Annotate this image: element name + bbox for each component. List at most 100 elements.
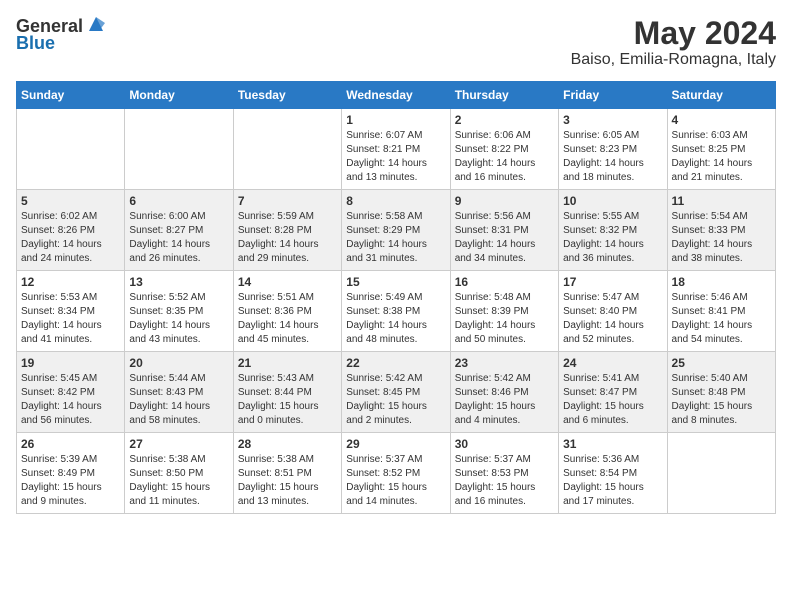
title-block: May 2024 Baiso, Emilia-Romagna, Italy (571, 16, 776, 69)
day-number: 2 (455, 113, 554, 127)
logo: General Blue (16, 16, 107, 54)
calendar-cell: 31Sunrise: 5:36 AM Sunset: 8:54 PM Dayli… (559, 433, 667, 514)
weekday-header-friday: Friday (559, 82, 667, 109)
day-number: 18 (672, 275, 771, 289)
calendar-cell (233, 109, 341, 190)
calendar-cell: 23Sunrise: 5:42 AM Sunset: 8:46 PM Dayli… (450, 352, 558, 433)
calendar-cell: 16 Sunrise: 5:48 AM Sunset: 8:39 PM Dayli… (450, 271, 558, 352)
page-subtitle: Baiso, Emilia-Romagna, Italy (571, 51, 776, 69)
day-info: Sunrise: 5:48 AM Sunset: 8:39 PM Dayligh… (455, 291, 554, 347)
logo-blue: Blue (16, 33, 55, 54)
day-info: Sunrise: 5:38 AM Sunset: 8:51 PM Dayligh… (238, 453, 337, 509)
calendar-cell: 18 Sunrise: 5:46 AM Sunset: 8:41 PM Dayli… (667, 271, 775, 352)
calendar-header-row: SundayMondayTuesdayWednesdayThursdayFrid… (17, 82, 776, 109)
day-info: Sunrise: 5:51 AM Sunset: 8:36 PM Dayligh… (238, 291, 337, 347)
weekday-header-wednesday: Wednesday (342, 82, 450, 109)
day-info: Sunrise: 5:54 AM Sunset: 8:33 PM Dayligh… (672, 210, 771, 266)
day-number: 6 (129, 194, 228, 208)
day-number: 24 (563, 356, 662, 370)
day-info: Sunrise: 5:56 AM Sunset: 8:31 PM Dayligh… (455, 210, 554, 266)
calendar-cell: 1Sunrise: 6:07 AM Sunset: 8:21 PM Daylig… (342, 109, 450, 190)
calendar-cell: 10Sunrise: 5:55 AM Sunset: 8:32 PM Dayli… (559, 190, 667, 271)
calendar-cell: 9 Sunrise: 5:56 AM Sunset: 8:31 PM Daylig… (450, 190, 558, 271)
day-number: 22 (346, 356, 445, 370)
day-info: Sunrise: 5:58 AM Sunset: 8:29 PM Dayligh… (346, 210, 445, 266)
calendar-cell: 4Sunrise: 6:03 AM Sunset: 8:25 PM Daylig… (667, 109, 775, 190)
day-number: 9 (455, 194, 554, 208)
day-info: Sunrise: 5:46 AM Sunset: 8:41 PM Dayligh… (672, 291, 771, 347)
calendar-cell: 21Sunrise: 5:43 AM Sunset: 8:44 PM Dayli… (233, 352, 341, 433)
day-info: Sunrise: 6:00 AM Sunset: 8:27 PM Dayligh… (129, 210, 228, 266)
calendar-cell: 3 Sunrise: 6:05 AM Sunset: 8:23 PM Daylig… (559, 109, 667, 190)
day-info: Sunrise: 5:37 AM Sunset: 8:53 PM Dayligh… (455, 453, 554, 509)
calendar-cell: 11 Sunrise: 5:54 AM Sunset: 8:33 PM Dayli… (667, 190, 775, 271)
day-number: 16 (455, 275, 554, 289)
day-info: Sunrise: 5:53 AM Sunset: 8:34 PM Dayligh… (21, 291, 120, 347)
day-info: Sunrise: 5:44 AM Sunset: 8:43 PM Dayligh… (129, 372, 228, 428)
logo-icon (85, 13, 107, 35)
page-header: General Blue May 2024 Baiso, Emilia-Roma… (16, 16, 776, 69)
day-number: 26 (21, 437, 120, 451)
calendar-cell (667, 433, 775, 514)
day-number: 15 (346, 275, 445, 289)
day-number: 25 (672, 356, 771, 370)
day-number: 5 (21, 194, 120, 208)
calendar-week-row: 19 Sunrise: 5:45 AM Sunset: 8:42 PM Dayli… (17, 352, 776, 433)
weekday-header-monday: Monday (125, 82, 233, 109)
calendar-cell: 8 Sunrise: 5:58 AM Sunset: 8:29 PM Daylig… (342, 190, 450, 271)
day-info: Sunrise: 5:41 AM Sunset: 8:47 PM Dayligh… (563, 372, 662, 428)
calendar-cell: 26 Sunrise: 5:39 AM Sunset: 8:49 PM Dayli… (17, 433, 125, 514)
day-info: Sunrise: 5:40 AM Sunset: 8:48 PM Dayligh… (672, 372, 771, 428)
day-number: 17 (563, 275, 662, 289)
day-info: Sunrise: 6:06 AM Sunset: 8:22 PM Dayligh… (455, 129, 554, 185)
calendar-cell: 24 Sunrise: 5:41 AM Sunset: 8:47 PM Dayli… (559, 352, 667, 433)
calendar-week-row: 5 Sunrise: 6:02 AM Sunset: 8:26 PM Daylig… (17, 190, 776, 271)
calendar-cell: 7 Sunrise: 5:59 AM Sunset: 8:28 PM Daylig… (233, 190, 341, 271)
calendar-table: SundayMondayTuesdayWednesdayThursdayFrid… (16, 81, 776, 514)
day-number: 30 (455, 437, 554, 451)
calendar-cell (17, 109, 125, 190)
day-info: Sunrise: 5:38 AM Sunset: 8:50 PM Dayligh… (129, 453, 228, 509)
day-info: Sunrise: 6:02 AM Sunset: 8:26 PM Dayligh… (21, 210, 120, 266)
calendar-week-row: 1Sunrise: 6:07 AM Sunset: 8:21 PM Daylig… (17, 109, 776, 190)
calendar-week-row: 26 Sunrise: 5:39 AM Sunset: 8:49 PM Dayli… (17, 433, 776, 514)
calendar-cell: 15Sunrise: 5:49 AM Sunset: 8:38 PM Dayli… (342, 271, 450, 352)
day-number: 10 (563, 194, 662, 208)
page-title: May 2024 (571, 16, 776, 51)
weekday-header-thursday: Thursday (450, 82, 558, 109)
day-number: 11 (672, 194, 771, 208)
day-number: 7 (238, 194, 337, 208)
calendar-cell: 29Sunrise: 5:37 AM Sunset: 8:52 PM Dayli… (342, 433, 450, 514)
day-info: Sunrise: 5:59 AM Sunset: 8:28 PM Dayligh… (238, 210, 337, 266)
day-number: 12 (21, 275, 120, 289)
day-number: 21 (238, 356, 337, 370)
day-info: Sunrise: 5:37 AM Sunset: 8:52 PM Dayligh… (346, 453, 445, 509)
day-number: 20 (129, 356, 228, 370)
calendar-week-row: 12 Sunrise: 5:53 AM Sunset: 8:34 PM Dayli… (17, 271, 776, 352)
day-info: Sunrise: 6:07 AM Sunset: 8:21 PM Dayligh… (346, 129, 445, 185)
day-number: 14 (238, 275, 337, 289)
calendar-cell: 17 Sunrise: 5:47 AM Sunset: 8:40 PM Dayli… (559, 271, 667, 352)
day-number: 3 (563, 113, 662, 127)
calendar-cell: 2 Sunrise: 6:06 AM Sunset: 8:22 PM Daylig… (450, 109, 558, 190)
day-info: Sunrise: 5:39 AM Sunset: 8:49 PM Dayligh… (21, 453, 120, 509)
day-number: 8 (346, 194, 445, 208)
day-number: 19 (21, 356, 120, 370)
day-info: Sunrise: 5:42 AM Sunset: 8:46 PM Dayligh… (455, 372, 554, 428)
day-info: Sunrise: 5:42 AM Sunset: 8:45 PM Dayligh… (346, 372, 445, 428)
calendar-cell: 6 Sunrise: 6:00 AM Sunset: 8:27 PM Daylig… (125, 190, 233, 271)
calendar-cell: 20 Sunrise: 5:44 AM Sunset: 8:43 PM Dayli… (125, 352, 233, 433)
calendar-cell: 13Sunrise: 5:52 AM Sunset: 8:35 PM Dayli… (125, 271, 233, 352)
calendar-cell (125, 109, 233, 190)
day-number: 13 (129, 275, 228, 289)
calendar-cell: 14 Sunrise: 5:51 AM Sunset: 8:36 PM Dayli… (233, 271, 341, 352)
day-info: Sunrise: 5:45 AM Sunset: 8:42 PM Dayligh… (21, 372, 120, 428)
calendar-cell: 12 Sunrise: 5:53 AM Sunset: 8:34 PM Dayli… (17, 271, 125, 352)
weekday-header-saturday: Saturday (667, 82, 775, 109)
day-info: Sunrise: 6:05 AM Sunset: 8:23 PM Dayligh… (563, 129, 662, 185)
calendar-cell: 22 Sunrise: 5:42 AM Sunset: 8:45 PM Dayli… (342, 352, 450, 433)
calendar-cell: 30 Sunrise: 5:37 AM Sunset: 8:53 PM Dayli… (450, 433, 558, 514)
day-info: Sunrise: 5:47 AM Sunset: 8:40 PM Dayligh… (563, 291, 662, 347)
weekday-header-tuesday: Tuesday (233, 82, 341, 109)
weekday-header-sunday: Sunday (17, 82, 125, 109)
